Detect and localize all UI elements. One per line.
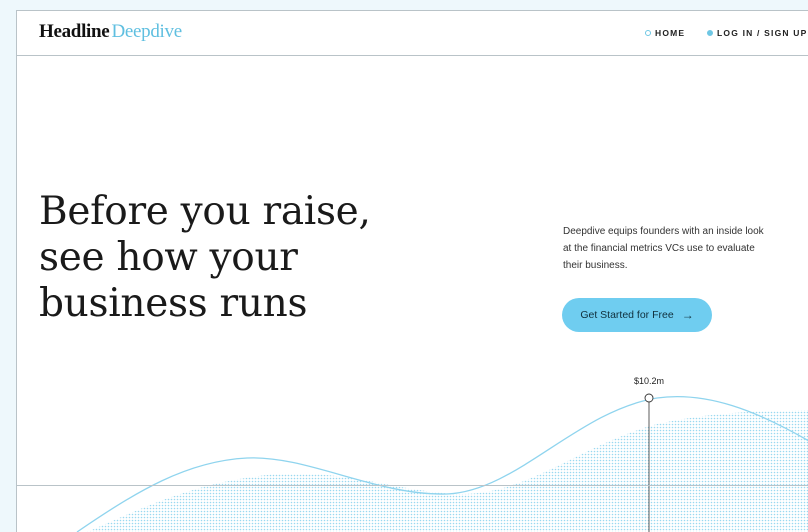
hero-description: Deepdive equips founders with an inside … bbox=[563, 226, 764, 271]
browser-frame: Headline Deepdive HOME LOG IN / SIGN UP B… bbox=[16, 10, 808, 532]
logo[interactable]: Headline Deepdive bbox=[39, 21, 182, 43]
headline-line: Before you raise, bbox=[39, 189, 371, 234]
nav-home-label: HOME bbox=[655, 28, 686, 38]
section-divider bbox=[17, 485, 808, 486]
logo-secondary: Deepdive bbox=[111, 21, 182, 42]
hero-chart-graphic bbox=[76, 393, 808, 532]
chart-area bbox=[87, 410, 808, 532]
hero-headline: Before you raise, see how your business … bbox=[39, 189, 371, 327]
logo-primary: Headline bbox=[39, 21, 110, 42]
arrow-right-icon: → bbox=[681, 308, 694, 322]
nav-login-label: LOG IN / SIGN UP bbox=[717, 28, 808, 38]
nav-dot-icon bbox=[707, 30, 713, 36]
nav-home-link[interactable]: HOME bbox=[645, 28, 685, 38]
nav-login-link[interactable]: LOG IN / SIGN UP bbox=[707, 28, 808, 38]
site-header: Headline Deepdive HOME LOG IN / SIGN UP bbox=[17, 11, 808, 56]
chart-marker-dot bbox=[644, 393, 654, 403]
get-started-button[interactable]: Get Started for Free → bbox=[562, 298, 712, 332]
cta-label: Get Started for Free bbox=[580, 309, 674, 321]
headline-line: see how your bbox=[39, 235, 298, 280]
nav-dot-icon bbox=[645, 30, 651, 36]
headline-line: business runs bbox=[39, 281, 308, 326]
